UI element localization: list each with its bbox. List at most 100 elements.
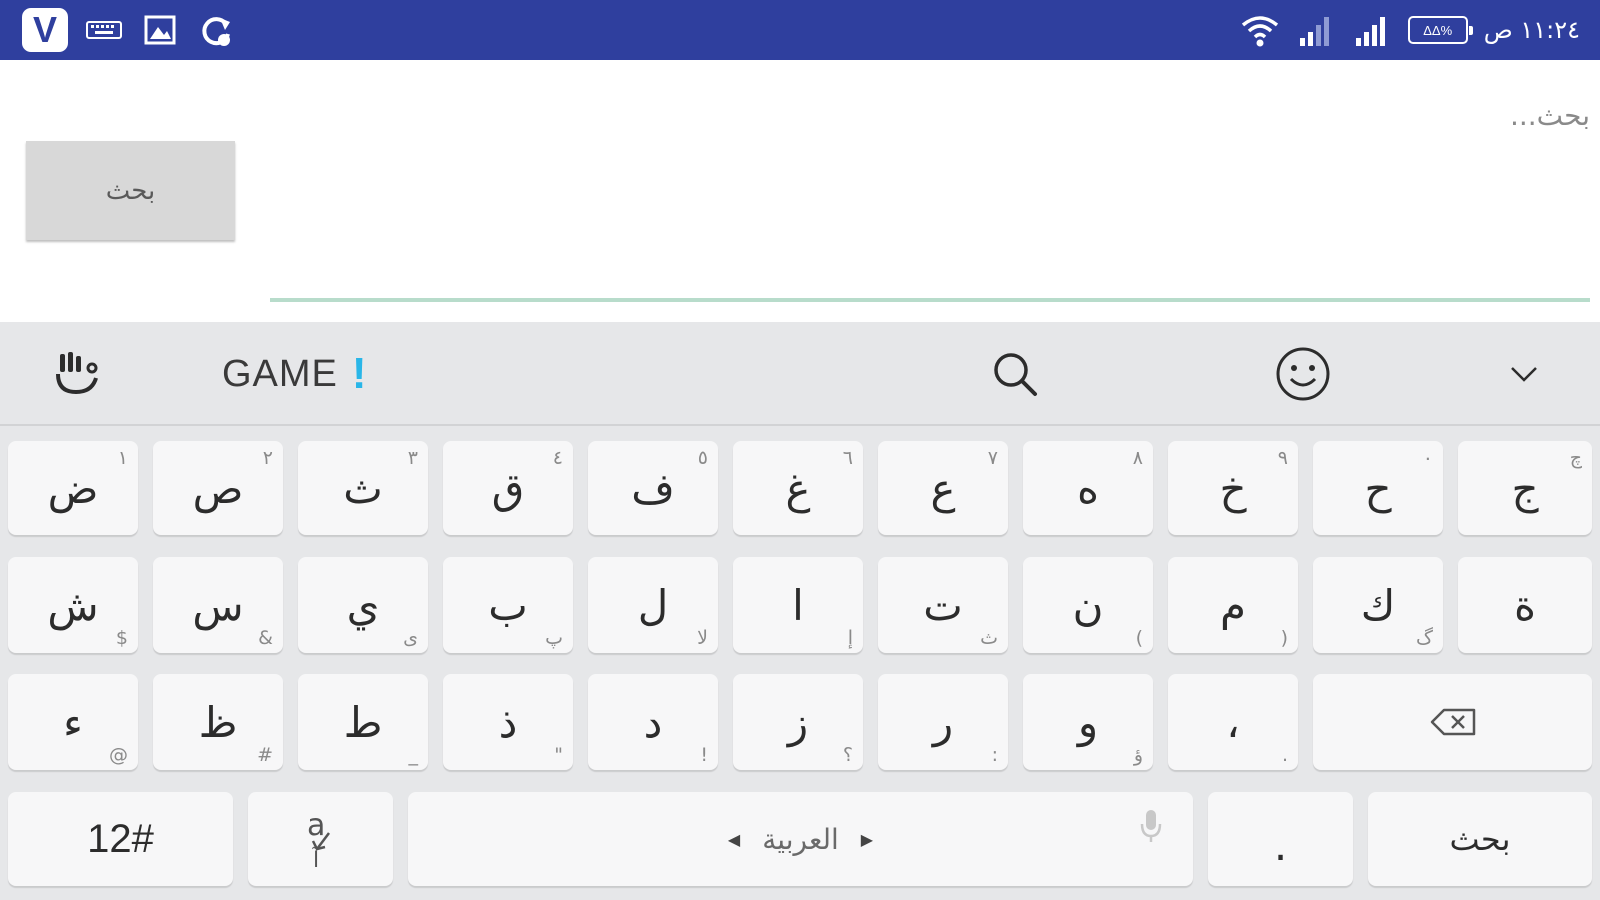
key-hint: ٦ [842, 447, 853, 469]
clock: ۱۱:۲٤ ص [1483, 16, 1580, 44]
soft-keyboard: GAME! ض١ ص٢ ث٣ ق٤ ف٥ غ٦ ع٧ ه٨ خ٩ ح٠ جچ ش… [0, 322, 1600, 900]
key-hint: ؤ [1133, 744, 1143, 766]
image-icon [140, 10, 180, 50]
key[interactable]: م) [1168, 557, 1298, 653]
space-key[interactable]: ◀ العربية ▶ [408, 792, 1193, 886]
key[interactable]: اإ [733, 557, 863, 653]
key-hint: چ [1569, 447, 1582, 469]
search-button[interactable]: بحث [26, 141, 235, 240]
key-hint: " [554, 744, 563, 766]
space-key-content: ◀ العربية ▶ [408, 792, 1193, 886]
search-icon[interactable] [985, 340, 1045, 408]
key-char: د [643, 697, 663, 747]
key[interactable]: ذ " [443, 674, 573, 770]
sync-icon [196, 10, 236, 50]
svg-text:آ: آ [312, 846, 320, 869]
key[interactable]: ع٧ [878, 441, 1008, 535]
key[interactable]: خ٩ [1168, 441, 1298, 535]
key[interactable]: ل لا [588, 557, 718, 653]
symbols-key-label: 12# [87, 816, 154, 861]
key[interactable]: ،. [1168, 674, 1298, 770]
key[interactable]: د! [588, 674, 718, 770]
key[interactable]: ء @ [8, 674, 138, 770]
keyboard-toolbar: GAME! [0, 322, 1600, 426]
key[interactable]: ف٥ [588, 441, 718, 535]
key-char: ة [1513, 580, 1536, 630]
search-input-underline [270, 298, 1590, 302]
key[interactable]: ص٢ [153, 441, 283, 535]
key[interactable]: ح٠ [1313, 441, 1443, 535]
search-area: بحث [0, 60, 1600, 322]
key-hint: لا [697, 627, 708, 649]
key-hint: ) [1280, 627, 1288, 649]
key[interactable]: ه٨ [1023, 441, 1153, 535]
key[interactable]: س & [153, 557, 283, 653]
game-exclamation: ! [351, 349, 368, 398]
key-hint: : [991, 744, 998, 766]
language-switch-icon: aآ [248, 792, 393, 886]
language-switch-key[interactable]: aآ [248, 792, 393, 886]
key[interactable]: غ٦ [733, 441, 863, 535]
key-hint: . [1281, 744, 1288, 766]
space-language-label: العربية [762, 822, 839, 856]
key[interactable]: بپ [443, 557, 573, 653]
backspace-icon [1313, 674, 1592, 770]
key-hint: ٢ [262, 447, 273, 469]
key-hint: ٠ [1422, 447, 1433, 469]
search-input[interactable] [270, 90, 1590, 140]
key[interactable]: يى [298, 557, 428, 653]
backspace-key[interactable] [1313, 674, 1592, 770]
key-hint: ٣ [407, 447, 418, 469]
key-hint: گ [1415, 627, 1433, 649]
key[interactable]: كگ [1313, 557, 1443, 653]
key[interactable]: ن( [1023, 557, 1153, 653]
status-bar-right: ΔΔ% ۱۱:۲٤ ص [1240, 8, 1580, 52]
symbols-key[interactable]: 12# [8, 792, 233, 886]
key-char: ر [932, 697, 954, 747]
key-hint: ( [1135, 627, 1143, 649]
key[interactable]: ض١ [8, 441, 138, 535]
enter-search-key-label: بحث [1449, 820, 1511, 858]
key-hint: & [258, 627, 273, 649]
wifi-icon [1240, 10, 1280, 50]
key-hint: ٩ [1277, 447, 1288, 469]
key[interactable]: تث [878, 557, 1008, 653]
chevron-down-icon[interactable] [1506, 340, 1542, 408]
key[interactable]: جچ [1458, 441, 1592, 535]
key-hint: ! [700, 744, 708, 766]
key-hint: پ [545, 627, 563, 649]
key[interactable]: ش $ [8, 557, 138, 653]
key[interactable]: ط _ [298, 674, 428, 770]
enter-search-key[interactable]: بحث [1368, 792, 1592, 886]
key-hint: $ [115, 627, 128, 649]
key[interactable]: ر: [878, 674, 1008, 770]
key[interactable]: ز ؟ [733, 674, 863, 770]
emoji-icon[interactable] [1272, 340, 1334, 408]
key[interactable]: ق٤ [443, 441, 573, 535]
key-hint: ث [980, 627, 998, 649]
key-char: ا [792, 580, 804, 630]
key-char: م [1219, 580, 1246, 630]
touchpal-hand-icon[interactable] [48, 340, 108, 408]
game-label: GAME [222, 352, 338, 395]
signal-icon [1296, 10, 1336, 50]
mic-icon [1139, 808, 1163, 848]
key[interactable]: وؤ [1023, 674, 1153, 770]
keyboard-icon [84, 10, 124, 50]
key-hint: ٨ [1132, 447, 1143, 469]
game-button[interactable]: GAME! [222, 340, 368, 408]
key-hint: ٧ [987, 447, 998, 469]
key-char: ، [1226, 697, 1240, 747]
key-hint: ٥ [697, 447, 708, 469]
key-hint: ى [403, 627, 418, 649]
key[interactable]: ة [1458, 557, 1592, 653]
status-bar-left: V [22, 8, 236, 52]
key-hint: ؟ [842, 744, 853, 766]
period-key-label: . [1273, 821, 1288, 870]
period-key[interactable]: . [1208, 792, 1353, 886]
key[interactable]: ظ # [153, 674, 283, 770]
key[interactable]: ث٣ [298, 441, 428, 535]
status-bar: V ΔΔ% ۱۱:۲٤ ص [0, 0, 1600, 60]
battery-text: ΔΔ% [1423, 22, 1453, 38]
key-hint: # [257, 744, 273, 766]
